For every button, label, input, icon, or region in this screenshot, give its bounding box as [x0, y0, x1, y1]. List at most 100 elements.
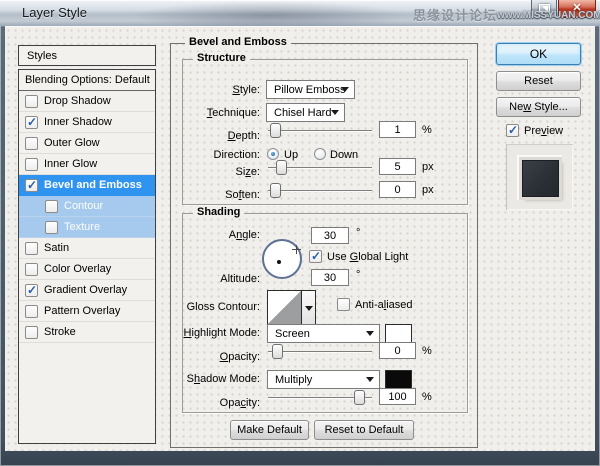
highlight-opacity-thumb[interactable] [271, 344, 283, 359]
chevron-down-icon [366, 377, 374, 382]
checkbox-icon[interactable] [25, 136, 38, 150]
angle-dial[interactable] [262, 239, 302, 279]
shadow-color-swatch[interactable] [385, 370, 412, 389]
ok-button[interactable]: OK [496, 43, 581, 65]
list-item-label: Drop Shadow [44, 95, 111, 107]
shadow-opacity-thumb[interactable] [353, 390, 365, 405]
list-item-inner-glow[interactable]: Inner Glow [19, 154, 155, 175]
bevel-emboss-panel: Bevel and Emboss Structure Style: Pillow… [170, 36, 478, 448]
soften-slider[interactable] [268, 183, 372, 198]
checkbox-icon[interactable] [25, 241, 38, 255]
shading-group: Shading Angle: ° Use Global Light Altitu… [182, 206, 468, 413]
reset-to-default-label: Reset to Default [324, 424, 404, 436]
list-item-label: Stroke [44, 326, 76, 338]
popout-window-icon [539, 4, 550, 12]
highlight-opacity-unit: % [422, 345, 432, 357]
list-item-label: Blending Options: Default [25, 74, 150, 86]
checkbox-icon[interactable] [45, 199, 58, 213]
anti-aliased-checkbox[interactable] [337, 298, 350, 311]
angle-unit: ° [356, 227, 361, 239]
list-item-drop-shadow[interactable]: Drop Shadow [19, 91, 155, 112]
use-global-light-checkbox[interactable] [309, 249, 322, 263]
direction-down-radio[interactable] [314, 148, 326, 160]
checkbox-icon[interactable] [25, 157, 38, 171]
size-slider-thumb[interactable] [276, 160, 288, 175]
style-dropdown-value: Pillow Emboss [274, 83, 346, 96]
close-button[interactable]: ✕ [558, 0, 596, 18]
shadow-opacity-slider[interactable] [268, 390, 372, 405]
checkbox-icon[interactable] [25, 115, 38, 129]
altitude-label: Altitude: [220, 273, 260, 285]
angle-label: Angle: [228, 229, 260, 241]
list-item-label: Inner Glow [44, 158, 98, 170]
list-item-contour[interactable]: Contour [19, 196, 155, 217]
ok-label: OK [529, 47, 548, 61]
reset-button[interactable]: Reset [496, 71, 581, 91]
shadow-mode-value: Multiply [275, 373, 313, 386]
depth-slider-thumb[interactable] [269, 123, 281, 138]
technique-dropdown[interactable]: Chisel Hard [266, 103, 345, 122]
list-item-color-overlay[interactable]: Color Overlay [19, 259, 155, 280]
preview-checkbox[interactable] [506, 123, 519, 137]
reset-to-default-button[interactable]: Reset to Default [314, 420, 414, 440]
altitude-input[interactable] [311, 269, 349, 286]
gloss-contour-arrow-button[interactable] [302, 290, 316, 325]
shadow-mode-dropdown[interactable]: Multiply [267, 370, 380, 389]
style-dropdown[interactable]: Pillow Emboss [266, 80, 355, 99]
make-default-button[interactable]: Make Default [230, 420, 309, 440]
size-input[interactable] [379, 158, 416, 175]
list-item-bevel-and-emboss[interactable]: Bevel and Emboss [19, 175, 155, 196]
dialog-content: Styles Blending Options: Default Drop Sha… [5, 26, 595, 451]
checkbox-icon[interactable] [25, 283, 38, 297]
soften-label: Soften: [225, 189, 260, 201]
checkbox-icon[interactable] [25, 178, 38, 192]
gloss-contour-thumbnail[interactable] [267, 290, 302, 325]
checkbox-icon[interactable] [25, 304, 38, 318]
list-item-label: Pattern Overlay [44, 305, 121, 317]
watermark-chinese: 思缘设计论坛 [412, 8, 497, 23]
checkbox-icon[interactable] [25, 94, 38, 108]
size-slider[interactable] [268, 160, 372, 175]
depth-input[interactable] [379, 121, 416, 138]
list-item-inner-shadow[interactable]: Inner Shadow [19, 112, 155, 133]
list-item-label: Satin [44, 242, 70, 254]
depth-slider[interactable] [268, 123, 372, 138]
checkbox-icon[interactable] [45, 220, 58, 234]
highlight-mode-value: Screen [275, 327, 310, 340]
list-item-blending-options-default[interactable]: Blending Options: Default [19, 70, 155, 91]
title-bar[interactable]: Layer Style 思缘设计论坛 www.MISSYUAN.COM ✕ [0, 0, 600, 26]
highlight-color-swatch[interactable] [385, 324, 412, 343]
new-style-button[interactable]: New Style... [496, 97, 581, 117]
soften-slider-thumb[interactable] [269, 183, 281, 198]
chevron-down-icon [341, 87, 349, 92]
chevron-down-icon [331, 110, 339, 115]
highlight-opacity-input[interactable] [379, 342, 416, 359]
new-style-label: New Style... [509, 101, 568, 113]
shadow-opacity-unit: % [422, 391, 432, 403]
structure-group: Structure Style: Pillow Emboss Technique… [182, 52, 468, 205]
direction-up-radio[interactable] [267, 148, 279, 160]
checkbox-icon[interactable] [25, 325, 38, 339]
direction-label: Direction: [213, 149, 260, 161]
list-item-satin[interactable]: Satin [19, 238, 155, 259]
angle-dial-dot [277, 260, 281, 264]
angle-input[interactable] [311, 227, 349, 244]
reset-label: Reset [524, 75, 553, 87]
highlight-opacity-label: Opacity: [219, 351, 260, 363]
highlight-opacity-slider[interactable] [268, 344, 372, 359]
list-item-pattern-overlay[interactable]: Pattern Overlay [19, 301, 155, 322]
shadow-opacity-input[interactable] [379, 388, 416, 405]
list-item-stroke[interactable]: Stroke [19, 322, 155, 343]
style-label: Style: [232, 84, 260, 96]
make-default-label: Make Default [237, 424, 302, 436]
shading-title: Shading [193, 206, 245, 218]
list-item-outer-glow[interactable]: Outer Glow [19, 133, 155, 154]
list-item-texture[interactable]: Texture [19, 217, 155, 238]
soften-input[interactable] [379, 181, 416, 198]
close-icon: ✕ [572, 2, 582, 14]
checkbox-icon[interactable] [25, 262, 38, 276]
popout-window-button[interactable] [531, 0, 557, 18]
highlight-mode-dropdown[interactable]: Screen [267, 324, 380, 343]
preview-label: Preview [524, 125, 564, 137]
list-item-gradient-overlay[interactable]: Gradient Overlay [19, 280, 155, 301]
